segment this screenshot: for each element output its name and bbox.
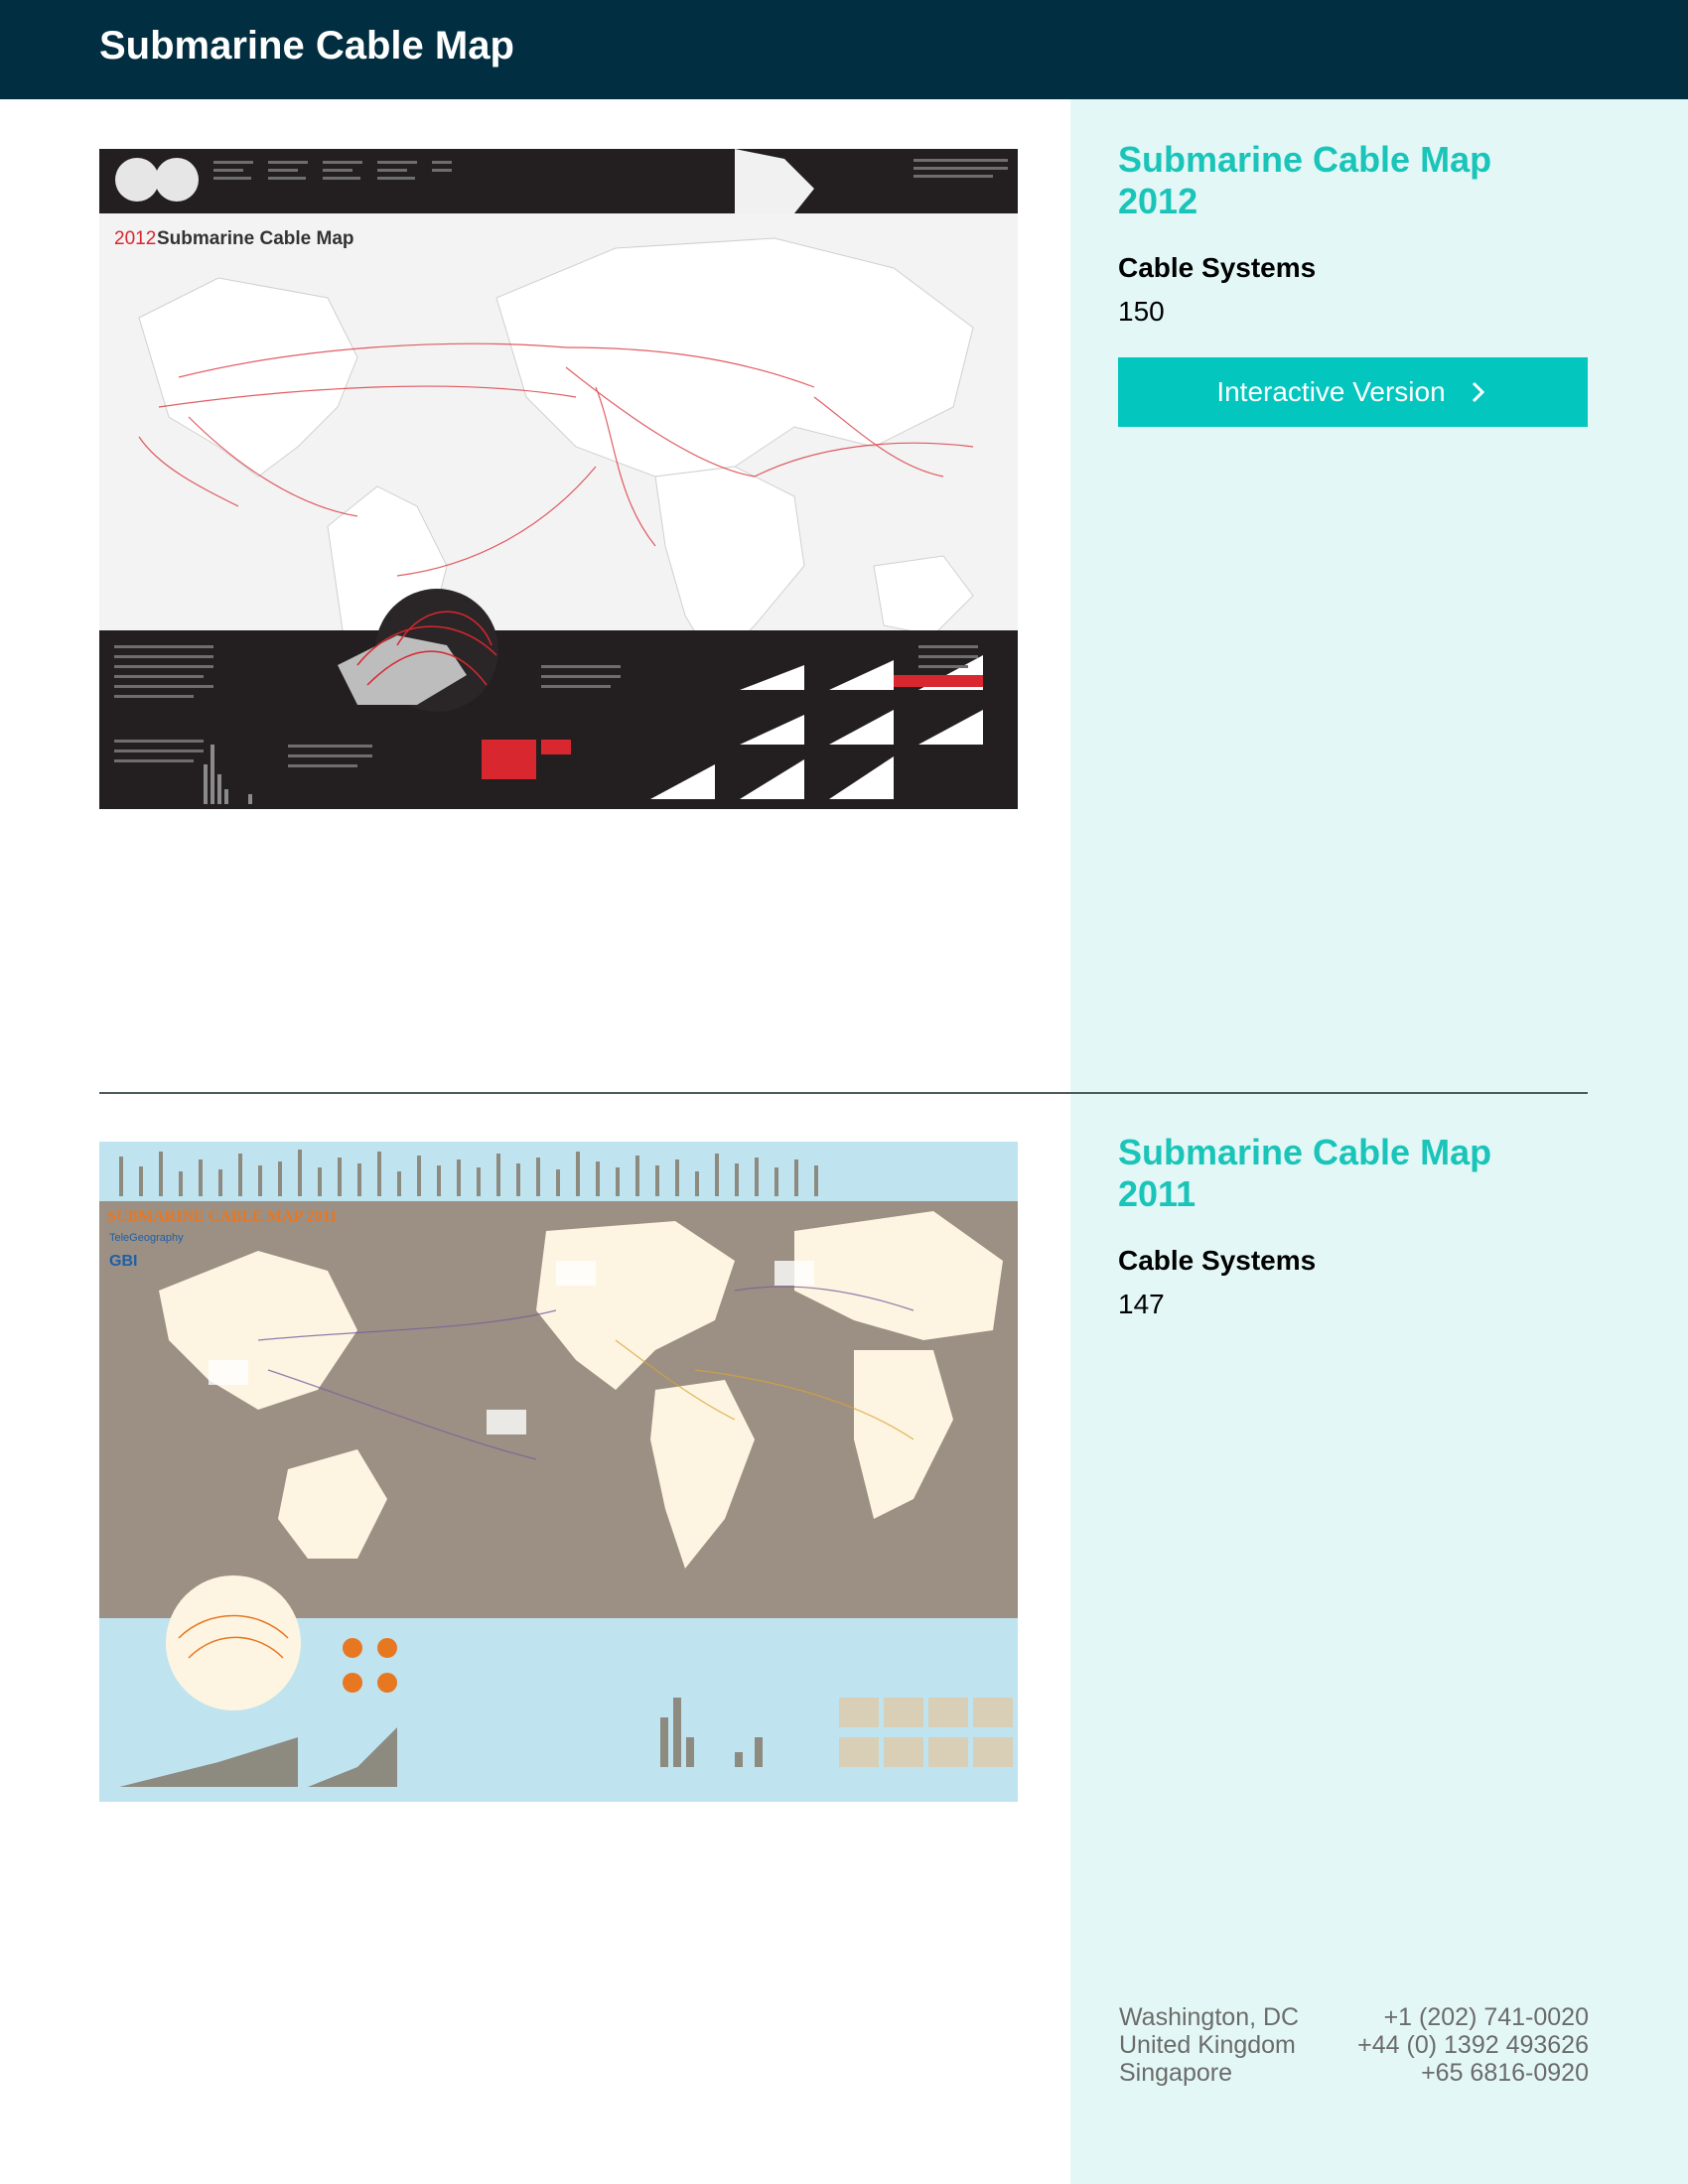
office-row: United Kingdom +44 (0) 1392 493626: [1119, 2031, 1589, 2059]
map-2011-thumbnail[interactable]: SUBMARINE CABLE MAP 2011 TeleGeography G…: [99, 1142, 1018, 1802]
world-map-2011-icon: SUBMARINE CABLE MAP 2011 TeleGeography G…: [99, 1142, 1018, 1802]
thumbnail-year: 2012: [114, 228, 156, 249]
thumbnail-title: SUBMARINE CABLE MAP 2011: [107, 1208, 338, 1225]
interactive-version-label: Interactive Version: [1216, 376, 1446, 407]
section-divider: [99, 1092, 1588, 1094]
cable-systems-label: Cable Systems: [1118, 1245, 1317, 1276]
site-title[interactable]: Submarine Cable Map: [99, 24, 514, 68]
office-phone[interactable]: +1 (202) 741-0020: [1384, 2003, 1589, 2031]
world-map-2012-icon: 2012 Submarine Cable Map: [99, 149, 1018, 809]
map-2012-thumbnail[interactable]: 2012 Submarine Cable Map: [99, 149, 1018, 809]
office-location: United Kingdom: [1119, 2031, 1296, 2059]
office-row: Singapore +65 6816-0920: [1119, 2059, 1589, 2087]
thumbnail-title: Submarine Cable Map: [157, 228, 354, 249]
map-2011-title[interactable]: Submarine Cable Map 2011: [1118, 1132, 1495, 1215]
cable-systems-count: 150: [1118, 296, 1165, 327]
office-location: Singapore: [1119, 2059, 1232, 2087]
thumbnail-brand: TeleGeography: [109, 1232, 184, 1244]
office-row: Washington, DC +1 (202) 741-0020: [1119, 2003, 1589, 2031]
contact-footer: Washington, DC +1 (202) 741-0020 United …: [1119, 2003, 1589, 2087]
map-2012-title[interactable]: Submarine Cable Map 2012: [1118, 139, 1495, 222]
map-2012-info: Submarine Cable Map 2012 Cable Systems 1…: [1118, 139, 1589, 427]
office-location: Washington, DC: [1119, 2003, 1300, 2031]
office-phone[interactable]: +65 6816-0920: [1421, 2059, 1589, 2087]
chevron-right-icon: [1472, 381, 1484, 403]
cable-systems-count: 147: [1118, 1289, 1165, 1319]
thumbnail-logo: GBI: [109, 1253, 137, 1270]
cable-systems-label: Cable Systems: [1118, 252, 1317, 283]
interactive-version-button[interactable]: Interactive Version: [1118, 357, 1588, 427]
office-phone[interactable]: +44 (0) 1392 493626: [1357, 2031, 1589, 2059]
map-2011-info: Submarine Cable Map 2011 Cable Systems 1…: [1118, 1132, 1589, 1320]
site-header: Submarine Cable Map: [0, 0, 1688, 99]
